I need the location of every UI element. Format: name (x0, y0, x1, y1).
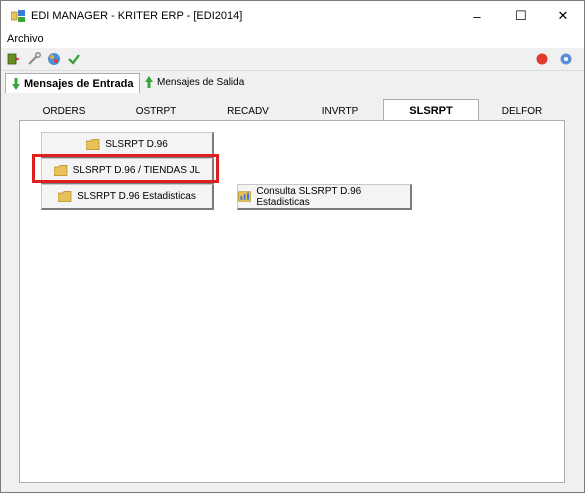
help-icon[interactable] (559, 52, 573, 66)
tab-ostrpt[interactable]: OSTRPT (111, 101, 201, 121)
maximize-button[interactable]: ☐ (500, 1, 542, 31)
wrench-icon[interactable] (27, 52, 41, 66)
folder-icon (58, 191, 72, 202)
subtab-mensajes-entrada[interactable]: Mensajes de Entrada (5, 73, 141, 93)
folder-icon (86, 139, 100, 150)
slsrpt-d96-button[interactable]: SLSRPT D.96 (41, 132, 214, 158)
toolbar (1, 48, 584, 71)
down-arrow-icon (12, 77, 20, 90)
message-type-tabs: ORDERS OSTRPT RECADV INVRTP SLSRPT DELFO… (19, 99, 565, 122)
minimize-button[interactable]: – (456, 1, 498, 31)
chart-icon (238, 191, 252, 202)
button-label: Consulta SLSRPT D.96 Estadisticas (256, 185, 362, 208)
consulta-estadisticas-button[interactable]: Consulta SLSRPT D.96 Estadisticas (237, 184, 412, 210)
subtab-mensajes-salida[interactable]: Mensajes de Salida (139, 73, 250, 91)
window-title: EDI MANAGER - KRITER ERP - [EDI2014] (31, 10, 243, 22)
app-icon (11, 10, 25, 22)
button-label: SLSRPT D.96 Estadisticas (77, 191, 196, 202)
button-label: SLSRPT D.96 (105, 139, 168, 150)
tab-recadv[interactable]: RECADV (203, 101, 293, 121)
tab-delfor[interactable]: DELFOR (479, 101, 565, 121)
button-label: SLSRPT D.96 / TIENDAS JL (72, 165, 201, 176)
close-button[interactable]: ✕ (542, 1, 584, 31)
app-window: EDI MANAGER - KRITER ERP - [EDI2014] – ☐… (0, 0, 585, 493)
tab-invrtp[interactable]: INVRTP (295, 101, 385, 121)
up-arrow-icon (145, 76, 153, 88)
menu-bar: Archivo (1, 31, 584, 48)
title-bar: EDI MANAGER - KRITER ERP - [EDI2014] – ☐… (1, 1, 584, 31)
subtab-label: Mensajes de Entrada (24, 77, 134, 90)
menu-archivo[interactable]: Archivo (7, 33, 44, 45)
slsrpt-d96-tiendas-button[interactable]: SLSRPT D.96 / TIENDAS JL (41, 158, 214, 184)
tab-slsrpt[interactable]: SLSRPT (383, 99, 479, 122)
folder-icon (53, 165, 68, 176)
checkmark-icon[interactable] (67, 52, 81, 66)
red-dot-icon[interactable] (535, 52, 549, 66)
subtab-label: Mensajes de Salida (157, 76, 245, 88)
export-icon[interactable] (7, 52, 21, 66)
message-direction-tabs: Mensajes de Entrada Mensajes de Salida (1, 71, 584, 93)
palette-icon[interactable] (47, 52, 61, 66)
slsrpt-d96-estadisticas-button[interactable]: SLSRPT D.96 Estadisticas (41, 184, 214, 210)
tab-orders[interactable]: ORDERS (19, 101, 109, 121)
